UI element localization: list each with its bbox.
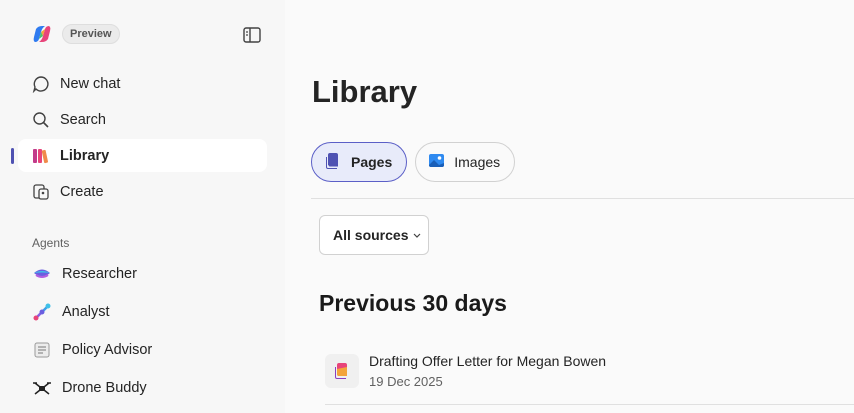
pages-icon (324, 152, 342, 173)
sidebar-item-label: Search (60, 111, 106, 128)
sidebar: Preview New chat Search Library Create A… (0, 0, 285, 413)
sources-filter-dropdown[interactable]: All sources (319, 215, 429, 255)
agent-item-label: Drone Buddy (62, 379, 147, 396)
sidebar-toggle-icon[interactable] (243, 27, 261, 43)
agent-item-label: Analyst (62, 303, 110, 320)
search-icon (32, 111, 50, 129)
policy-advisor-icon (32, 340, 52, 360)
tab-pages[interactable]: Pages (311, 142, 408, 182)
preview-badge: Preview (62, 24, 120, 44)
list-divider (325, 404, 854, 405)
page-icon (325, 354, 359, 388)
researcher-icon (32, 264, 52, 284)
agents-section-label: Agents (32, 236, 70, 250)
agent-item-analyst[interactable]: Analyst (18, 295, 267, 328)
main-content: Library Pages Images All sources Previou… (285, 0, 854, 413)
tabs-divider (311, 198, 854, 199)
drone-buddy-icon (32, 378, 52, 398)
agent-item-researcher[interactable]: Researcher (18, 257, 267, 290)
chat-bubble-icon (32, 75, 50, 93)
active-indicator (11, 148, 14, 164)
sidebar-item-label: Library (60, 147, 110, 164)
agent-item-label: Policy Advisor (62, 341, 153, 358)
tab-label: Pages (351, 154, 393, 170)
tab-label: Images (454, 154, 501, 170)
create-icon (32, 183, 50, 201)
section-title: Previous 30 days (319, 290, 507, 316)
chevron-down-icon (412, 227, 422, 243)
list-item-title: Drafting Offer Letter for Megan Bowen (369, 353, 607, 369)
sidebar-item-library[interactable]: Library (18, 139, 267, 172)
agent-item-policy-advisor[interactable]: Policy Advisor (18, 333, 267, 366)
page-title: Library (312, 74, 418, 109)
list-item-date: 19 Dec 2025 (369, 374, 443, 389)
tab-images[interactable]: Images (415, 142, 516, 182)
sidebar-item-label: Create (60, 183, 104, 200)
sidebar-header: Preview (32, 24, 120, 44)
library-tabs: Pages Images (311, 142, 516, 182)
library-icon (32, 147, 50, 165)
sidebar-item-new-chat[interactable]: New chat (18, 67, 267, 100)
list-item-text: Drafting Offer Letter for Megan Bowen 19… (369, 353, 606, 389)
sidebar-item-search[interactable]: Search (18, 103, 267, 136)
agent-item-drone-buddy[interactable]: Drone Buddy (18, 371, 267, 404)
agent-item-label: Researcher (62, 265, 137, 282)
sidebar-item-create[interactable]: Create (18, 175, 267, 208)
images-icon (428, 152, 445, 172)
analyst-icon (32, 302, 52, 322)
sidebar-item-label: New chat (60, 75, 121, 92)
library-list-item[interactable]: Drafting Offer Letter for Megan Bowen 19… (325, 346, 854, 404)
copilot-logo-icon[interactable] (32, 24, 52, 44)
filter-label: All sources (333, 227, 409, 243)
